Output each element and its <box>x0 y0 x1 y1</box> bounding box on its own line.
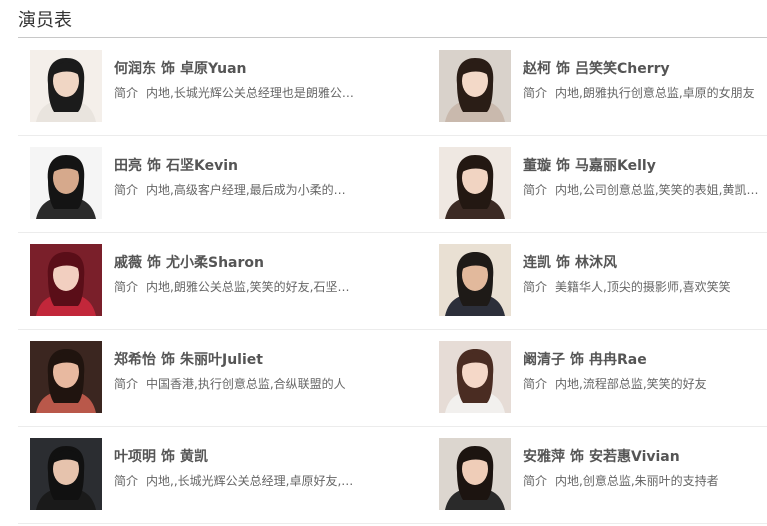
actor-role-line: 赵柯饰吕笑笑Cherry <box>523 58 670 78</box>
role-intro: 简介 中国香港,执行创意总监,合纵联盟的人 <box>114 375 355 392</box>
actor-name[interactable]: 赵柯 <box>523 61 551 77</box>
intro-label: 简介 <box>523 474 548 488</box>
actor-role-line: 何润东饰卓原Yuan <box>114 58 247 78</box>
role-separator: 饰 <box>556 255 570 271</box>
role-separator: 饰 <box>147 158 161 174</box>
cast-item[interactable]: 戚薇饰尤小柔Sharon 简介内地,朗雅公关总监,笑笑的好友,石坚的女朋友 <box>30 244 355 316</box>
actor-photo[interactable] <box>30 147 102 219</box>
intro-label: 简介 <box>114 377 139 391</box>
cast-item[interactable]: 赵柯饰吕笑笑Cherry 简介 内地,朗雅执行创意总监,卓原的女朋友 <box>439 50 767 122</box>
role-name: 石坚Kevin <box>166 158 238 174</box>
role-name: 林沐风 <box>575 255 617 271</box>
actor-photo[interactable] <box>439 244 511 316</box>
role-name: 冉冉Rae <box>589 352 647 368</box>
actor-photo[interactable] <box>30 50 102 122</box>
intro-text: 内地,朗雅公关总监,笑笑的好友,石坚的女朋友 <box>146 280 355 294</box>
intro-label: 简介 <box>114 474 139 488</box>
intro-label: 简介 <box>523 183 548 197</box>
role-separator: 饰 <box>147 255 161 271</box>
intro-label: 简介 <box>114 280 139 294</box>
actor-role-line: 戚薇饰尤小柔Sharon <box>114 252 264 272</box>
cast-row: 叶项明饰黄凯简介内地,,长城光辉公关总经理,卓原好友,马佳丽男朋友安雅萍饰安若惠… <box>18 427 767 524</box>
role-intro: 简介内地,公司创意总监,笑笑的表姐,黄凯的女朋友 <box>523 181 767 198</box>
role-separator: 饰 <box>556 158 570 174</box>
cast-row: 戚薇饰尤小柔Sharon简介内地,朗雅公关总监,笑笑的好友,石坚的女朋友连凯饰林… <box>18 233 767 330</box>
cast-item[interactable]: 田亮饰石坚Kevin 简介 内地,高级客户经理,最后成为小柔的男朋友 <box>30 147 355 219</box>
role-intro: 简介 内地,创意总监,朱丽叶的支持者 <box>523 472 767 489</box>
section-title: 演员表 <box>18 10 72 31</box>
cast-item[interactable]: 何润东饰卓原Yuan 简介内地,长城光辉公关总经理也是朗雅公关青洁工 <box>30 50 355 122</box>
actor-name[interactable]: 戚薇 <box>114 255 142 271</box>
role-intro: 简介 内地,流程部总监,笑笑的好友 <box>523 375 767 392</box>
actor-role-line: 叶项明饰黄凯 <box>114 446 208 466</box>
actor-photo[interactable] <box>439 438 511 510</box>
actor-role-line: 郑希怡饰朱丽叶Juliet <box>114 349 263 369</box>
intro-text: 美籍华人,顶尖的摄影师,喜欢笑笑 <box>555 280 731 294</box>
role-intro: 简介内地,长城光辉公关总经理也是朗雅公关青洁工 <box>114 84 355 101</box>
cast-item[interactable]: 董璇饰马嘉丽Kelly 简介内地,公司创意总监,笑笑的表姐,黄凯的女朋友 <box>439 147 767 219</box>
role-intro: 简介 内地,高级客户经理,最后成为小柔的男朋友 <box>114 181 355 198</box>
actor-photo[interactable] <box>439 50 511 122</box>
cast-grid: 何润东饰卓原Yuan简介内地,长城光辉公关总经理也是朗雅公关青洁工赵柯饰吕笑笑C… <box>18 39 767 524</box>
actor-name[interactable]: 董璇 <box>523 158 551 174</box>
intro-text: 中国香港,执行创意总监,合纵联盟的人 <box>146 377 346 391</box>
cast-row: 郑希怡饰朱丽叶Juliet 简介 中国香港,执行创意总监,合纵联盟的人 阚清子饰冉冉R… <box>18 330 767 427</box>
role-name: 安若惠Vivian <box>589 449 680 465</box>
role-name: 吕笑笑Cherry <box>575 61 670 77</box>
actor-photo[interactable] <box>30 341 102 413</box>
actor-name[interactable]: 田亮 <box>114 158 142 174</box>
actor-name[interactable]: 何润东 <box>114 61 156 77</box>
actor-photo[interactable] <box>439 341 511 413</box>
intro-text: 内地,朗雅执行创意总监,卓原的女朋友 <box>555 86 755 100</box>
cast-row: 田亮饰石坚Kevin 简介 内地,高级客户经理,最后成为小柔的男朋友 董璇饰马嘉丽Ke… <box>18 136 767 233</box>
role-name: 朱丽叶Juliet <box>180 352 263 368</box>
actor-role-line: 连凯饰林沐风 <box>523 252 617 272</box>
role-intro: 简介 内地,朗雅执行创意总监,卓原的女朋友 <box>523 84 767 101</box>
actor-photo[interactable] <box>30 244 102 316</box>
actor-photo[interactable] <box>439 147 511 219</box>
role-intro: 简介内地,朗雅公关总监,笑笑的好友,石坚的女朋友 <box>114 278 355 295</box>
role-separator: 饰 <box>161 61 175 77</box>
intro-text: 内地,高级客户经理,最后成为小柔的男朋友 <box>146 183 355 197</box>
cast-row: 何润东饰卓原Yuan简介内地,长城光辉公关总经理也是朗雅公关青洁工赵柯饰吕笑笑C… <box>18 39 767 136</box>
role-name: 尤小柔Sharon <box>166 255 264 271</box>
cast-item[interactable]: 安雅萍饰安若惠Vivian 简介 内地,创意总监,朱丽叶的支持者 <box>439 438 767 510</box>
actor-name[interactable]: 叶项明 <box>114 449 156 465</box>
title-divider <box>18 37 767 38</box>
intro-text: 内地,流程部总监,笑笑的好友 <box>555 377 707 391</box>
cast-item[interactable]: 叶项明饰黄凯简介内地,,长城光辉公关总经理,卓原好友,马佳丽男朋友 <box>30 438 355 510</box>
actor-role-line: 安雅萍饰安若惠Vivian <box>523 446 680 466</box>
actor-role-line: 田亮饰石坚Kevin <box>114 155 238 175</box>
role-intro: 简介内地,,长城光辉公关总经理,卓原好友,马佳丽男朋友 <box>114 472 355 489</box>
role-name: 卓原Yuan <box>180 61 247 77</box>
actor-name[interactable]: 安雅萍 <box>523 449 565 465</box>
intro-label: 简介 <box>523 86 548 100</box>
intro-label: 简介 <box>114 183 139 197</box>
cast-item[interactable]: 郑希怡饰朱丽叶Juliet 简介 中国香港,执行创意总监,合纵联盟的人 <box>30 341 355 413</box>
role-separator: 饰 <box>570 352 584 368</box>
role-separator: 饰 <box>556 61 570 77</box>
role-intro: 简介 美籍华人,顶尖的摄影师,喜欢笑笑 <box>523 278 767 295</box>
intro-text: 内地,长城光辉公关总经理也是朗雅公关青洁工 <box>146 86 355 100</box>
actor-name[interactable]: 连凯 <box>523 255 551 271</box>
intro-label: 简介 <box>523 280 548 294</box>
intro-text: 内地,创意总监,朱丽叶的支持者 <box>555 474 719 488</box>
actor-role-line: 董璇饰马嘉丽Kelly <box>523 155 656 175</box>
actor-photo[interactable] <box>30 438 102 510</box>
actor-role-line: 阚清子饰冉冉Rae <box>523 349 647 369</box>
role-separator: 饰 <box>161 449 175 465</box>
role-separator: 饰 <box>570 449 584 465</box>
role-separator: 饰 <box>161 352 175 368</box>
actor-name[interactable]: 阚清子 <box>523 352 565 368</box>
intro-text: 内地,,长城光辉公关总经理,卓原好友,马佳丽男朋友 <box>146 474 355 488</box>
intro-label: 简介 <box>114 86 139 100</box>
role-name: 马嘉丽Kelly <box>575 158 656 174</box>
role-name: 黄凯 <box>180 449 208 465</box>
actor-name[interactable]: 郑希怡 <box>114 352 156 368</box>
cast-item[interactable]: 阚清子饰冉冉Rae 简介 内地,流程部总监,笑笑的好友 <box>439 341 767 413</box>
intro-label: 简介 <box>523 377 548 391</box>
intro-text: 内地,公司创意总监,笑笑的表姐,黄凯的女朋友 <box>555 183 767 197</box>
cast-item[interactable]: 连凯饰林沐风简介 美籍华人,顶尖的摄影师,喜欢笑笑 <box>439 244 767 316</box>
